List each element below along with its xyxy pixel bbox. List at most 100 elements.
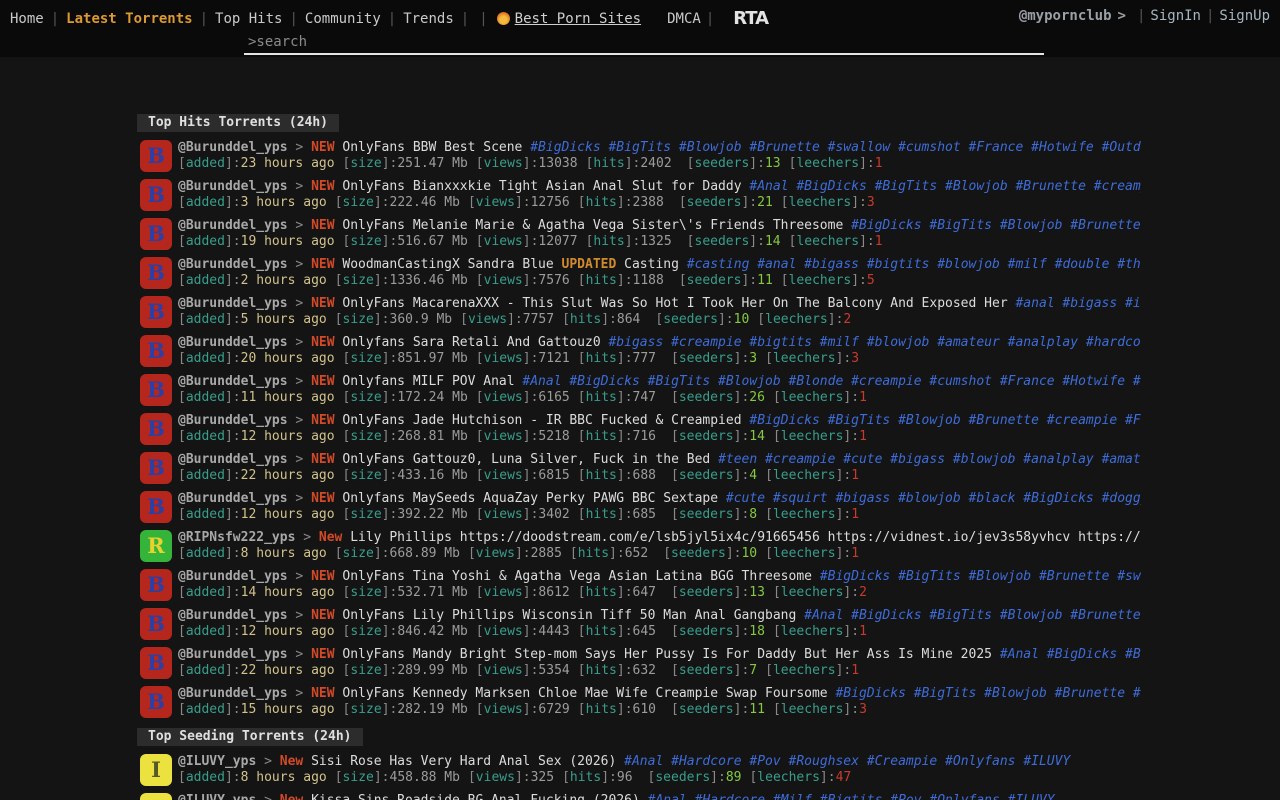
hashtag-links[interactable]: #Anal #BigDicks #BigTits #Blowjob #Brune… — [804, 608, 1141, 623]
torrent-title-text[interactable]: OnlyFans BBW Best Scene — [342, 140, 530, 155]
hashtag-links[interactable]: #BigDicks #BigTits #Blowjob #Brunette #c… — [749, 413, 1141, 428]
hashtag-links[interactable]: #BigDicks #BigTits #Blowjob #Brunette #s… — [851, 218, 1141, 233]
nav-item-dmca[interactable]: DMCA — [667, 11, 701, 27]
nav-item-community[interactable]: Community — [303, 11, 383, 27]
uploader-link[interactable]: @Burunddel_yps — [178, 218, 288, 233]
torrent-row[interactable]: B@Burunddel_yps > NEW OnlyFans Kennedy M… — [140, 686, 1280, 718]
uploader-link[interactable]: @Burunddel_yps — [178, 179, 288, 194]
hashtag-links[interactable]: #Anal #Hardcore #Pov #Roughsex #Creampie… — [624, 754, 1070, 769]
uploader-link[interactable]: @Burunddel_yps — [178, 413, 288, 428]
uploader-link[interactable]: @Burunddel_yps — [178, 257, 288, 272]
uploader-link[interactable]: @Burunddel_yps — [178, 335, 288, 350]
stat-hits-label: hits — [586, 507, 617, 522]
nav-item-trends[interactable]: Trends — [401, 11, 456, 27]
hashtag-links[interactable]: #BigDicks #BigTits #Blowjob #Brunette #s… — [820, 569, 1141, 584]
hashtag-links[interactable]: #anal #bigass #interrac… — [1015, 296, 1141, 311]
hashtag-links[interactable]: #Anal #Hardcore #Milf #Bigtits #Pov #Onl… — [648, 793, 1055, 800]
torrent-row[interactable]: B@Burunddel_yps > NEW OnlyFans BBW Best … — [140, 140, 1280, 172]
torrent-title-text[interactable]: Sisi Rose Has Very Hard Anal Sex (2026) — [311, 754, 624, 769]
uploader-link[interactable]: @Burunddel_yps — [178, 647, 288, 662]
uploader-link[interactable]: @Burunddel_yps — [178, 296, 288, 311]
uploader-avatar[interactable]: B — [140, 452, 172, 484]
nav-item-top-hits[interactable]: Top Hits — [213, 11, 284, 27]
torrent-title-text[interactable]: Onlyfans MILF POV Anal — [342, 374, 522, 389]
torrent-title-text[interactable]: OnlyFans Tina Yoshi & Agatha Vega Asian … — [342, 569, 819, 584]
new-badge: NEW — [311, 140, 334, 155]
torrent-title-text[interactable]: OnlyFans Jade Hutchison - IR BBC Fucked … — [342, 413, 749, 428]
torrent-title-text[interactable]: OnlyFans Kennedy Marksen Chloe Mae Wife … — [342, 686, 835, 701]
uploader-avatar[interactable]: B — [140, 647, 172, 679]
torrent-title-text[interactable]: OnlyFans Mandy Bright Step-mom Says Her … — [342, 647, 999, 662]
torrent-row[interactable]: I@ILUVY_yps > New Kissa Sins Roadside BG… — [140, 793, 1280, 800]
uploader-link[interactable]: @Burunddel_yps — [178, 569, 288, 584]
hashtag-links[interactable]: #Anal #BigDicks #BigTits #Blowjob #Brune… — [749, 179, 1141, 194]
signin-button[interactable]: SignIn — [1150, 8, 1201, 24]
uploader-avatar[interactable]: B — [140, 296, 172, 328]
torrent-title-text[interactable]: OnlyFans Bianxxxkie Tight Asian Anal Slu… — [342, 179, 749, 194]
uploader-link[interactable]: @Burunddel_yps — [178, 608, 288, 623]
uploader-link[interactable]: @Burunddel_yps — [178, 140, 288, 155]
torrent-title-text[interactable]: Lily Phillips https://doodstream.com/e/l… — [350, 530, 1141, 545]
signup-button[interactable]: SignUp — [1219, 8, 1270, 24]
account-name[interactable]: @mypornclub — [1019, 8, 1112, 24]
torrent-row[interactable]: B@Burunddel_yps > NEW Onlyfans MILF POV … — [140, 374, 1280, 406]
torrent-row[interactable]: B@Burunddel_yps > NEW OnlyFans Jade Hutc… — [140, 413, 1280, 445]
hashtag-links[interactable]: #BigDicks #BigTits #Blowjob #Brunette #s… — [835, 686, 1141, 701]
torrent-title-text[interactable]: OnlyFans Melanie Marie & Agatha Vega Sis… — [342, 218, 851, 233]
hashtag-links[interactable]: #Anal #BigDicks #BigTits #Blowjob #Blond… — [522, 374, 1141, 389]
torrent-title-text[interactable]: OnlyFans Lily Phillips Wisconsin Tiff 50… — [342, 608, 804, 623]
hashtag-links[interactable]: #teen #creampie #cute #bigass #blowjob #… — [718, 452, 1141, 467]
uploader-avatar[interactable]: I — [140, 754, 172, 786]
hashtag-links[interactable]: #bigass #creampie #bigtits #milf #blowjo… — [608, 335, 1141, 350]
uploader-avatar[interactable]: B — [140, 413, 172, 445]
uploader-avatar[interactable]: B — [140, 608, 172, 640]
hashtag-links[interactable]: #cute #squirt #bigass #blowjob #black #B… — [726, 491, 1141, 506]
torrent-title-text[interactable]: Onlyfans Sara Retali And Gattouz0 — [342, 335, 608, 350]
uploader-link[interactable]: @Burunddel_yps — [178, 686, 288, 701]
uploader-avatar[interactable]: B — [140, 257, 172, 289]
torrent-row[interactable]: B@Burunddel_yps > NEW OnlyFans MacarenaX… — [140, 296, 1280, 328]
hashtag-links[interactable]: #Anal #BigDicks #BigTits … — [1000, 647, 1141, 662]
torrent-title-text[interactable]: Casting — [616, 257, 686, 272]
uploader-link[interactable]: @Burunddel_yps — [178, 374, 288, 389]
nav-item-home[interactable]: Home — [8, 11, 46, 27]
torrent-title-text[interactable]: WoodmanCastingX Sandra Blue — [342, 257, 561, 272]
uploader-avatar[interactable]: R — [140, 530, 172, 562]
uploader-avatar[interactable]: B — [140, 140, 172, 172]
torrent-row[interactable]: B@Burunddel_yps > NEW Onlyfans Sara Reta… — [140, 335, 1280, 367]
torrent-row[interactable]: B@Burunddel_yps > NEW Onlyfans MaySeeds … — [140, 491, 1280, 523]
hashtag-links[interactable]: #BigDicks #BigTits #Blowjob #Brunette #s… — [530, 140, 1141, 155]
torrent-title-text[interactable]: OnlyFans Gattouz0, Luna Silver, Fuck in … — [342, 452, 718, 467]
nav-item-latest-torrents[interactable]: Latest Torrents — [64, 11, 194, 27]
torrent-row[interactable]: B@Burunddel_yps > NEW OnlyFans Lily Phil… — [140, 608, 1280, 640]
stat-leechers: [leechers]:3 — [773, 702, 867, 717]
uploader-avatar[interactable]: B — [140, 569, 172, 601]
uploader-avatar[interactable]: I — [140, 793, 172, 800]
uploader-link[interactable]: @ILUVY_yps — [178, 793, 256, 800]
uploader-link[interactable]: @ILUVY_yps — [178, 754, 256, 769]
uploader-avatar[interactable]: B — [140, 335, 172, 367]
uploader-avatar[interactable]: B — [140, 374, 172, 406]
torrent-row[interactable]: R@RIPNsfw222_yps > New Lily Phillips htt… — [140, 530, 1280, 562]
torrent-row[interactable]: B@Burunddel_yps > NEW WoodmanCastingX Sa… — [140, 257, 1280, 289]
search-input[interactable] — [244, 32, 1044, 55]
uploader-link[interactable]: @Burunddel_yps — [178, 452, 288, 467]
torrent-stats-line: [added]:8 hours ago[size]:458.88 Mb[view… — [178, 770, 1141, 786]
uploader-avatar[interactable]: B — [140, 218, 172, 250]
uploader-avatar[interactable]: B — [140, 491, 172, 523]
torrent-row[interactable]: I@ILUVY_yps > New Sisi Rose Has Very Har… — [140, 754, 1280, 786]
uploader-link[interactable]: @RIPNsfw222_yps — [178, 530, 295, 545]
torrent-row[interactable]: B@Burunddel_yps > NEW OnlyFans Bianxxxki… — [140, 179, 1280, 211]
uploader-link[interactable]: @Burunddel_yps — [178, 491, 288, 506]
hashtag-links[interactable]: #casting #anal #bigass #bigtits #blowjob… — [687, 257, 1141, 272]
torrent-title-text[interactable]: Onlyfans MaySeeds AquaZay Perky PAWG BBC… — [342, 491, 726, 506]
torrent-row[interactable]: B@Burunddel_yps > NEW OnlyFans Gattouz0,… — [140, 452, 1280, 484]
uploader-avatar[interactable]: B — [140, 179, 172, 211]
best-porn-sites-link[interactable]: Best Porn Sites — [497, 11, 641, 27]
torrent-row[interactable]: B@Burunddel_yps > NEW OnlyFans Mandy Bri… — [140, 647, 1280, 679]
uploader-avatar[interactable]: B — [140, 686, 172, 718]
torrent-title-text[interactable]: Kissa Sins Roadside BG Anal Fucking (202… — [311, 793, 648, 800]
torrent-row[interactable]: B@Burunddel_yps > NEW OnlyFans Tina Yosh… — [140, 569, 1280, 601]
torrent-row[interactable]: B@Burunddel_yps > NEW OnlyFans Melanie M… — [140, 218, 1280, 250]
torrent-title-text[interactable]: OnlyFans MacarenaXXX - This Slut Was So … — [342, 296, 1015, 311]
